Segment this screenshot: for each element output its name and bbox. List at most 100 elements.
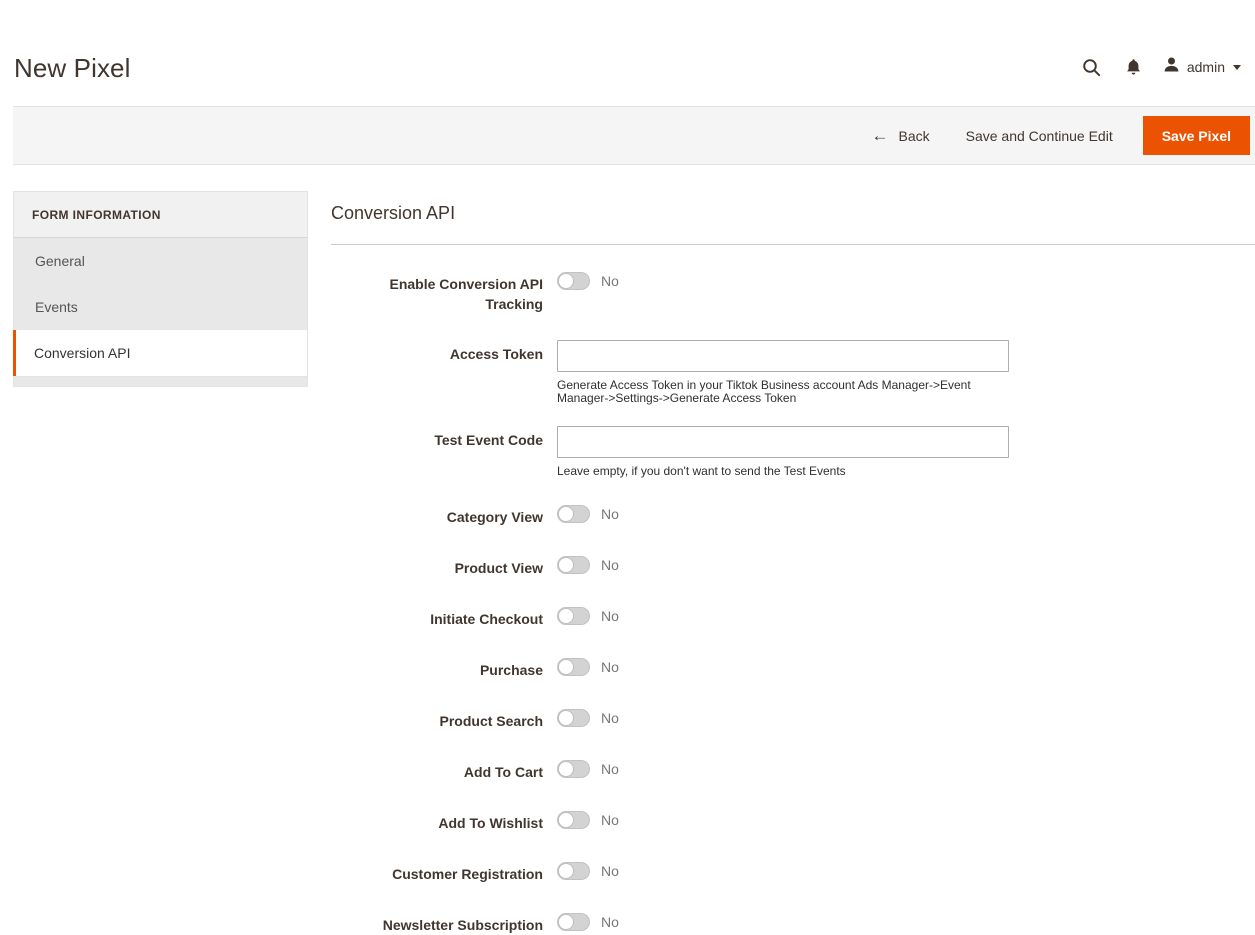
search-button[interactable]	[1071, 50, 1113, 84]
section-divider	[331, 244, 1255, 245]
customer-registration-toggle[interactable]	[557, 862, 590, 880]
toggle-state-label: No	[601, 812, 619, 828]
add-to-cart-toggle[interactable]	[557, 760, 590, 778]
add-to-wishlist-toggle[interactable]	[557, 811, 590, 829]
bell-icon	[1125, 58, 1142, 77]
field-label: Product Search	[439, 713, 543, 729]
product-search-toggle-wrap: No	[557, 707, 1255, 729]
toggle-knob	[558, 659, 574, 675]
field-label: Category View	[446, 509, 543, 525]
toggle-state-label: No	[601, 659, 619, 675]
field-control: Generate Access Token in your Tiktok Bus…	[557, 340, 1255, 405]
field-label: Enable Conversion API Tracking	[389, 276, 543, 312]
admin-label: admin	[1186, 59, 1225, 75]
field-label: Access Token	[449, 346, 543, 362]
page-actions-bar: ← Back Save and Continue Edit Save Pixel	[13, 106, 1255, 165]
category-view-toggle-wrap: No	[557, 503, 1255, 525]
toggle-state-label: No	[601, 273, 619, 289]
category-view-toggle[interactable]	[557, 505, 590, 523]
back-button-label: Back	[898, 127, 930, 144]
toggle-state-label: No	[601, 863, 619, 879]
customer-registration-toggle-wrap: No	[557, 860, 1255, 882]
field-control: No	[557, 503, 1255, 525]
field-row: Initiate Checkout No	[331, 605, 1255, 629]
field-row: Newsletter Subscription No	[331, 911, 1255, 935]
newsletter-subscription-toggle-wrap: No	[557, 911, 1255, 933]
field-row: Access Token Generate Access Token in yo…	[331, 340, 1255, 405]
field-row: Category View No	[331, 503, 1255, 527]
toggle-state-label: No	[601, 761, 619, 777]
field-control: Leave empty, if you don't want to send t…	[557, 426, 1255, 478]
add-to-cart-toggle-wrap: No	[557, 758, 1255, 780]
test-event-code-help-text: Leave empty, if you don't want to send t…	[557, 464, 846, 478]
conversion-api-panel: Conversion API Enable Conversion API Tra…	[331, 191, 1255, 935]
field-label: Newsletter Subscription	[382, 917, 543, 933]
field-row: Add To Cart No	[331, 758, 1255, 782]
field-label: Add To Cart	[463, 764, 543, 780]
toggle-state-label: No	[601, 710, 619, 726]
page-header: New Pixel admin	[0, 0, 1255, 105]
form-information-sidebar: Form Information General Events Conversi…	[13, 191, 308, 387]
field-control: No	[557, 270, 1255, 292]
test-event-code-input[interactable]	[557, 426, 1009, 458]
field-label: Add To Wishlist	[438, 815, 543, 831]
toggle-knob	[558, 710, 574, 726]
field-row: Product Search No	[331, 707, 1255, 731]
access-token-input[interactable]	[557, 340, 1009, 372]
field-row: Customer Registration No	[331, 860, 1255, 884]
toggle-state-label: No	[601, 557, 619, 573]
field-control: No	[557, 554, 1255, 576]
sidebar-item-label: Conversion API	[34, 345, 131, 361]
newsletter-subscription-toggle[interactable]	[557, 913, 590, 931]
field-row: Enable Conversion API Tracking No	[331, 270, 1255, 314]
toggle-state-label: No	[601, 608, 619, 624]
page-title: New Pixel	[14, 53, 131, 83]
toggle-state-label: No	[601, 914, 619, 930]
sidebar-footer-strip	[13, 377, 308, 387]
field-label: Test Event Code	[434, 432, 543, 448]
sidebar-item-events[interactable]: Events	[14, 284, 307, 330]
field-control: No	[557, 656, 1255, 678]
chevron-down-icon	[1233, 64, 1241, 70]
field-label: Product View	[454, 560, 543, 576]
add-to-wishlist-toggle-wrap: No	[557, 809, 1255, 831]
purchase-toggle[interactable]	[557, 658, 590, 676]
purchase-toggle-wrap: No	[557, 656, 1255, 678]
enable-conversion-api-tracking-toggle[interactable]	[557, 272, 590, 290]
arrow-left-icon: ←	[871, 126, 889, 145]
toggle-knob	[558, 761, 574, 777]
header-tools: admin	[1071, 50, 1247, 84]
enable-conversion-api-tracking-toggle-wrap: No	[557, 270, 1255, 292]
initiate-checkout-toggle-wrap: No	[557, 605, 1255, 627]
product-search-toggle[interactable]	[557, 709, 590, 727]
toggle-knob	[558, 608, 574, 624]
field-control: No	[557, 605, 1255, 627]
field-control: No	[557, 707, 1255, 729]
notifications-button[interactable]	[1113, 50, 1155, 84]
section-title: Conversion API	[331, 203, 456, 223]
field-control: No	[557, 911, 1255, 933]
admin-menu[interactable]: admin	[1155, 50, 1247, 84]
toggle-knob	[558, 273, 574, 289]
sidebar-item-general[interactable]: General	[14, 238, 307, 284]
user-avatar-icon	[1163, 56, 1180, 78]
sidebar-item-conversion-api[interactable]: Conversion API	[13, 330, 307, 376]
field-control: No	[557, 758, 1255, 780]
field-label: Customer Registration	[392, 866, 543, 882]
sidebar-item-label: General	[35, 253, 85, 269]
search-icon	[1082, 58, 1101, 77]
save-pixel-button[interactable]: Save Pixel	[1142, 116, 1250, 155]
field-control: No	[557, 809, 1255, 831]
field-label: Purchase	[479, 662, 543, 678]
initiate-checkout-toggle[interactable]	[557, 607, 590, 625]
sidebar-item-list: General Events Conversion API	[13, 237, 308, 377]
page-actions-group: ← Back Save and Continue Edit Save Pixel	[853, 107, 1250, 164]
back-button[interactable]: ← Back	[853, 116, 947, 156]
field-row: Add To Wishlist No	[331, 809, 1255, 833]
field-control: No	[557, 860, 1255, 882]
toggle-knob	[558, 557, 574, 573]
field-row: Test Event Code Leave empty, if you don'…	[331, 426, 1255, 478]
product-view-toggle[interactable]	[557, 556, 590, 574]
toggle-state-label: No	[601, 506, 619, 522]
save-and-continue-edit-button[interactable]: Save and Continue Edit	[948, 116, 1131, 156]
